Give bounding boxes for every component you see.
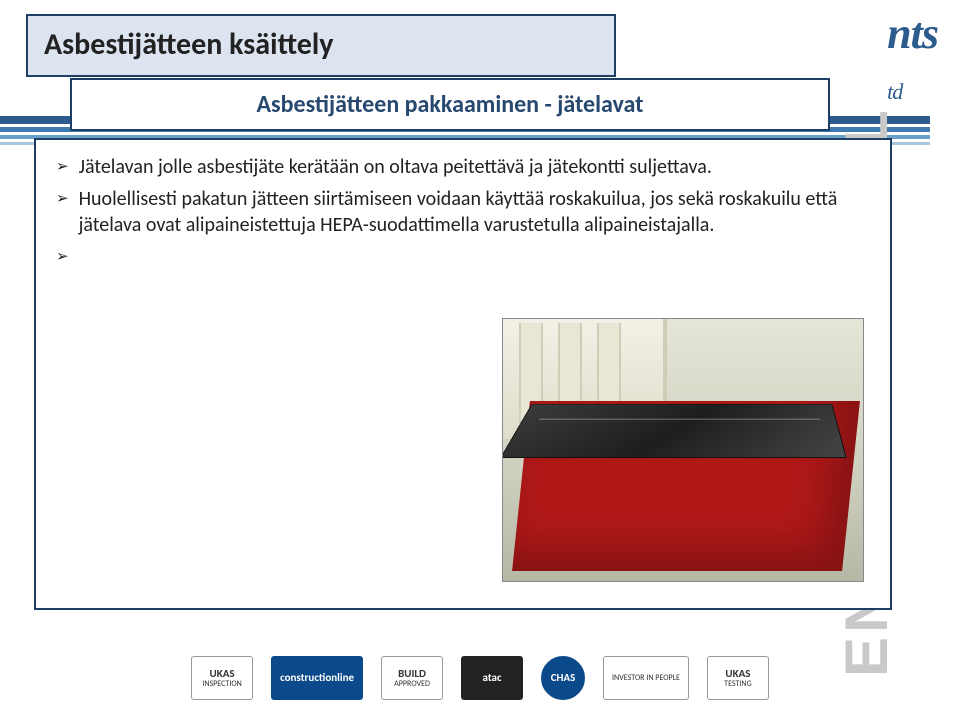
logo-atac: atac xyxy=(461,656,523,700)
brand-suffix: nts xyxy=(887,9,938,58)
logo-buildsafe: BUILD APPROVED xyxy=(381,656,443,700)
bullet-item-empty: ➢ xyxy=(56,244,870,268)
bullet-marker-icon: ➢ xyxy=(56,244,69,268)
bullet-marker-icon: ➢ xyxy=(56,186,69,210)
bullet-marker-icon: ➢ xyxy=(56,154,69,178)
footer-accreditation-logos: UKAS INSPECTION constructionline BUILD A… xyxy=(0,656,960,700)
title-box: Asbestijätteen ksäittely xyxy=(26,14,616,77)
subtitle-box: Asbestijätteen pakkaaminen - jätelavat xyxy=(70,78,830,131)
bullet-text: Huolellisesti pakatun jätteen siirtämise… xyxy=(79,186,870,238)
content-box: ➢ Jätelavan jolle asbestijäte kerätään o… xyxy=(34,138,892,610)
slide: nts td ENVIRONMENTAL Asbestijätteen ksäi… xyxy=(0,0,960,714)
brand-ltd: td xyxy=(887,79,902,104)
logo-ukas-testing: UKAS TESTING xyxy=(707,656,769,700)
skip-container-image xyxy=(502,318,864,582)
logo-investor-in-people: INVESTOR IN PEOPLE xyxy=(603,656,689,700)
brand-logo-fragment: nts td xyxy=(887,8,938,110)
logo-chas: CHAS xyxy=(541,656,585,700)
page-subtitle: Asbestijätteen pakkaaminen - jätelavat xyxy=(88,90,812,119)
logo-constructionline: constructionline xyxy=(271,656,363,700)
page-title: Asbestijätteen ksäittely xyxy=(44,26,598,63)
bullet-item: ➢ Huolellisesti pakatun jätteen siirtämi… xyxy=(56,186,870,238)
bullet-text: Jätelavan jolle asbestijäte kerätään on … xyxy=(79,154,870,180)
bullet-item: ➢ Jätelavan jolle asbestijäte kerätään o… xyxy=(56,154,870,180)
logo-ukas-inspection: UKAS INSPECTION xyxy=(191,656,253,700)
skip-lid-shape xyxy=(502,404,847,458)
